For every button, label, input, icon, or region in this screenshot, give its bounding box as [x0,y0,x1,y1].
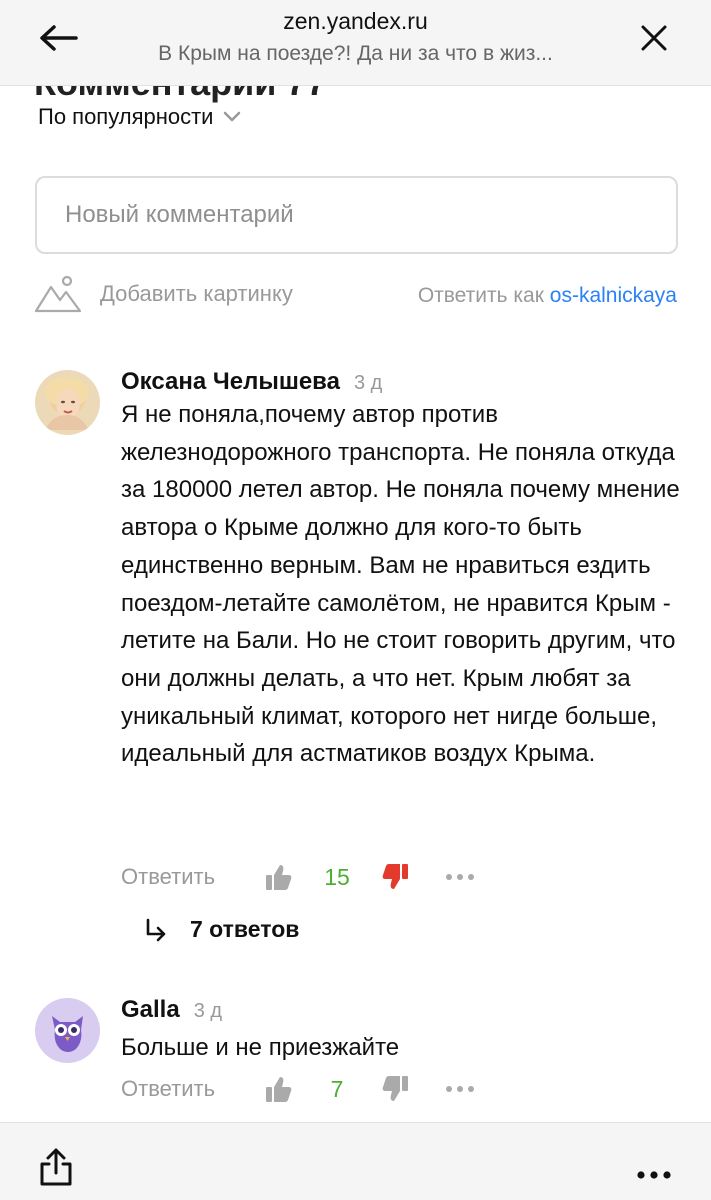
add-image-label: Добавить картинку [100,281,293,306]
sort-selector[interactable]: По популярности [38,104,241,130]
owl-avatar-icon [52,1016,83,1052]
more-horizontal-icon [446,1086,474,1092]
avatar[interactable] [35,370,100,435]
image-icon [34,275,82,313]
share-button[interactable] [36,1147,76,1192]
page-title: В Крым на поезде?! Да ни за что в жиз... [158,42,553,65]
add-image-button[interactable]: Добавить картинку [34,274,293,314]
likes-count: 15 [324,863,350,890]
reply-button[interactable]: Ответить [121,864,261,890]
reply-as: Ответить как os-kalnickaya [418,284,677,308]
comment-time: 3 д [193,1000,223,1022]
thumbs-down-icon [382,864,408,889]
likes-count: 7 [330,1075,344,1102]
browser-top-bar: zen.yandex.ru В Крым на поезде?! Да ни з… [0,0,711,86]
comment-text: Больше и не приезжайте [121,1034,400,1061]
thumbs-down-icon [382,1076,408,1101]
comment-time: 3 д [353,372,383,394]
comment-actions: Ответить 7 [121,1072,475,1106]
avatar[interactable] [35,998,100,1063]
like-button[interactable] [261,1075,297,1103]
replies-label: 7 ответов [190,916,300,942]
thumbs-up-icon [266,1077,292,1102]
menu-button[interactable] [636,1167,672,1185]
reply-as-prefix: Ответить как [417,284,550,307]
chevron-down-icon [224,111,241,122]
close-button[interactable] [630,18,678,58]
page-domain: zen.yandex.ru [283,8,428,34]
share-icon [40,1148,72,1186]
more-horizontal-icon [446,874,474,880]
sort-label: По популярности [38,104,214,129]
like-button[interactable] [261,863,297,891]
browser-bottom-bar [0,1122,711,1200]
arrow-left-icon [40,25,78,51]
comment-text: Я не поняла,почему автор против железнод… [121,401,680,768]
avatar-photo [45,377,89,430]
new-comment-input[interactable] [35,176,678,254]
reply-as-user-link[interactable]: os-kalnickaya [550,284,677,307]
more-button[interactable] [445,1085,475,1093]
dislike-button[interactable] [377,863,413,891]
dislike-button[interactable] [377,1075,413,1103]
back-button[interactable] [34,18,82,58]
reply-button[interactable]: Ответить [121,1076,261,1102]
thumbs-up-icon [266,865,292,890]
comment-author[interactable]: Оксана Челышева [121,368,340,396]
comment-actions: Ответить 15 [121,860,475,894]
show-replies-button[interactable]: 7 ответов [144,916,299,943]
reply-arrow-icon [146,918,166,941]
more-horizontal-icon [637,1171,671,1179]
close-icon [641,25,667,51]
comment-author[interactable]: Galla [121,996,180,1024]
more-button[interactable] [445,873,475,881]
